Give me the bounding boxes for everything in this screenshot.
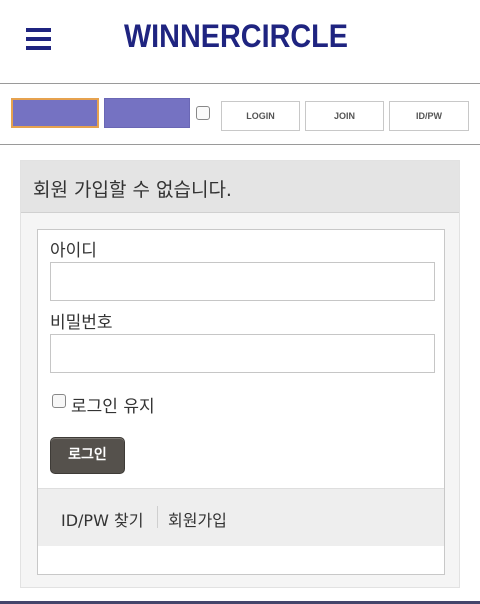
login-bar-keep-checkbox[interactable] <box>196 106 210 120</box>
notice-panel: 회원 가입할 수 없습니다. 아이디 비밀번호 로그인 유지 로그인 ID/PW… <box>20 160 460 588</box>
notice-header: 회원 가입할 수 없습니다. <box>21 161 459 213</box>
login-bar: LOGIN JOIN ID/PW <box>0 85 480 145</box>
signup-link[interactable]: 회원가입 <box>168 507 227 531</box>
link-divider <box>157 506 158 528</box>
site-header: WINNERCIRCLE <box>0 0 480 84</box>
login-bar-id-input[interactable] <box>11 98 99 128</box>
password-field[interactable] <box>50 334 435 373</box>
notice-title: 회원 가입할 수 없습니다. <box>33 179 232 201</box>
site-logo[interactable]: WINNERCIRCLE <box>124 18 348 55</box>
password-label: 비밀번호 <box>50 313 113 333</box>
keep-login-checkbox[interactable] <box>52 394 66 408</box>
form-links: ID/PW 찾기 회원가입 <box>38 488 444 546</box>
find-idpw-link[interactable]: ID/PW 찾기 <box>61 507 143 531</box>
join-button[interactable]: JOIN <box>305 101 384 131</box>
id-label: 아이디 <box>50 241 97 261</box>
find-idpw-button[interactable]: ID/PW <box>389 101 469 131</box>
login-submit-button[interactable]: 로그인 <box>50 437 125 474</box>
keep-login-label[interactable]: 로그인 유지 <box>71 392 155 417</box>
login-bar-password-input[interactable] <box>104 98 190 128</box>
login-button[interactable]: LOGIN <box>221 101 300 131</box>
login-form: 아이디 비밀번호 로그인 유지 로그인 ID/PW 찾기 회원가입 <box>37 229 445 575</box>
hamburger-menu-icon[interactable] <box>26 28 51 50</box>
id-field[interactable] <box>50 262 435 301</box>
